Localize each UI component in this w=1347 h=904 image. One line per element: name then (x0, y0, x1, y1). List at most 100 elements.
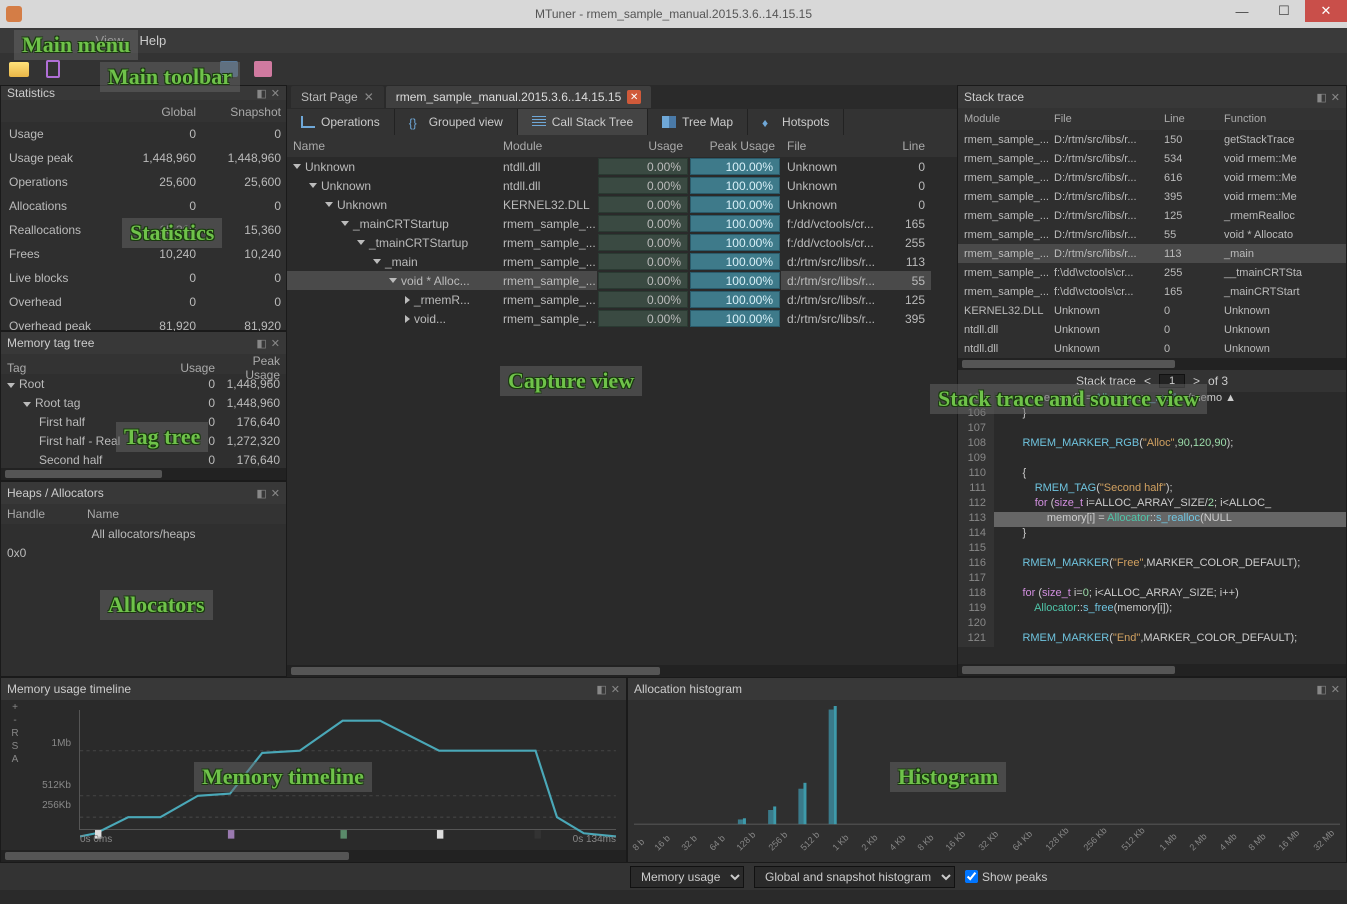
timeline-btn-R[interactable]: R (11, 728, 18, 739)
stacktrace-row[interactable]: rmem_sample_...D:/rtm/src/libs/r...534vo… (958, 149, 1346, 168)
calltree-row[interactable]: Unknownntdll.dll0.00%100.00%Unknown0 (287, 176, 957, 195)
calltree-row[interactable]: _tmainCRTStartuprmem_sample_...0.00%100.… (287, 233, 957, 252)
stacktrace-row[interactable]: rmem_sample_...D:/rtm/src/libs/r...150ge… (958, 130, 1346, 149)
ct-col-module[interactable]: Module (497, 137, 597, 156)
menu-help[interactable]: Help (140, 33, 167, 48)
stacktrace-row[interactable]: rmem_sample_...D:/rtm/src/libs/r...55voi… (958, 225, 1346, 244)
calltree-row[interactable]: _mainrmem_sample_...0.00%100.00%d:/rtm/s… (287, 252, 957, 271)
col-handle[interactable]: Handle (7, 507, 87, 521)
histogram-chart[interactable]: 8 b16 b32 b64 b128 b256 b512 b1 Kb2 Kb4 … (634, 706, 1340, 836)
col-tag[interactable]: Tag (7, 361, 160, 375)
tag-row[interactable]: Root01,448,960 (1, 374, 286, 393)
col-name[interactable]: Name (87, 507, 280, 521)
footer-showpeaks[interactable]: Show peaks (965, 870, 1047, 884)
source-line: 106 } (958, 407, 1346, 422)
col-snapshot[interactable]: Snapshot (200, 102, 285, 122)
source-view[interactable]: 105 memory[i] = Allocator::s_realloc(mem… (958, 392, 1346, 664)
col-usage[interactable]: Usage (160, 361, 215, 375)
tag-row[interactable]: Second half0176,640 (1, 450, 286, 468)
stacktrace-row[interactable]: ntdll.dllUnknown0Unknown (958, 339, 1346, 358)
stk-col-func[interactable]: Function (1218, 110, 1346, 129)
timeline-btn-+[interactable]: + (12, 702, 18, 713)
undock-icon[interactable]: ◧ (1316, 91, 1326, 104)
minimize-button[interactable]: — (1221, 0, 1263, 22)
tag-row[interactable]: Root tag01,448,960 (1, 393, 286, 412)
ct-col-line[interactable]: Line (876, 137, 931, 156)
stacktrace-row[interactable]: rmem_sample_...f:\dd\vctools\cr...165_ma… (958, 282, 1346, 301)
subtab-grouped[interactable]: {}Grouped view (395, 109, 518, 135)
calltree-row[interactable]: Unknownntdll.dll0.00%100.00%Unknown0 (287, 157, 957, 176)
footer-select-1[interactable]: Memory usage (630, 866, 744, 888)
calltree-row[interactable]: _mainCRTStartuprmem_sample_...0.00%100.0… (287, 214, 957, 233)
tab-capture[interactable]: rmem_sample_manual.2015.3.6..14.15.15✕ (386, 86, 651, 108)
stacktrace-row[interactable]: ntdll.dllUnknown0Unknown (958, 320, 1346, 339)
tab-start[interactable]: Start Page✕ (291, 86, 384, 108)
timeline-btn-S[interactable]: S (12, 741, 19, 752)
capture-tabstrip: Start Page✕ rmem_sample_manual.2015.3.6.… (287, 85, 957, 109)
tag-row[interactable]: First half0176,640 (1, 412, 286, 431)
close-button[interactable]: ✕ (1305, 0, 1347, 22)
hscrollbar[interactable] (1, 850, 626, 862)
undock-icon[interactable]: ◧ (256, 87, 266, 100)
subtab-operations[interactable]: Operations (287, 109, 395, 135)
source-line: 113 memory[i] = Allocator::s_realloc(NUL… (958, 512, 1346, 527)
calltree-row[interactable]: void * Alloc...rmem_sample_...0.00%100.0… (287, 271, 957, 290)
calltree-row[interactable]: UnknownKERNEL32.DLL0.00%100.00%Unknown0 (287, 195, 957, 214)
stacktrace-row[interactable]: rmem_sample_...D:/rtm/src/libs/r...395vo… (958, 187, 1346, 206)
subtab-treemap[interactable]: Tree Map (648, 109, 748, 135)
stacktrace-row[interactable]: rmem_sample_...D:/rtm/src/libs/r...616vo… (958, 168, 1346, 187)
undock-icon[interactable]: ◧ (596, 683, 606, 696)
open-icon[interactable] (8, 59, 30, 79)
hscrollbar[interactable] (958, 358, 1346, 370)
heap-row[interactable]: 0x0 (1, 543, 286, 562)
timeline-btn--[interactable]: - (13, 715, 16, 726)
close-icon[interactable]: ✕ (271, 87, 280, 100)
heaps-all[interactable]: All allocators/heaps (1, 524, 286, 543)
toolbar-icon-1[interactable] (218, 59, 240, 79)
subtab-hotspots[interactable]: ♦Hotspots (748, 109, 844, 135)
timeline-chart[interactable]: 0s 0ms 0s 134ms (79, 710, 616, 830)
undock-icon[interactable]: ◧ (256, 337, 266, 350)
close-icon[interactable]: ✕ (1331, 683, 1340, 696)
footer-select-2[interactable]: Global and snapshot histogram (754, 866, 955, 888)
undock-icon[interactable]: ◧ (256, 487, 266, 500)
pager-input[interactable] (1159, 374, 1185, 388)
close-icon[interactable]: ✕ (611, 683, 620, 696)
stat-row: Overhead00 (1, 290, 286, 314)
source-line: 117 (958, 572, 1346, 587)
hscrollbar[interactable] (958, 664, 1346, 676)
stacktrace-row[interactable]: KERNEL32.DLLUnknown0Unknown (958, 301, 1346, 320)
close-icon[interactable]: ✕ (627, 90, 641, 104)
clipboard-icon[interactable] (42, 59, 64, 79)
stacktrace-row[interactable]: rmem_sample_...D:/rtm/src/libs/r...125_r… (958, 206, 1346, 225)
close-icon[interactable]: ✕ (271, 337, 280, 350)
toolbar-icon-2[interactable] (252, 59, 274, 79)
ct-col-usage[interactable]: Usage (597, 137, 689, 156)
calltree-row[interactable]: void...rmem_sample_...0.00%100.00%d:/rtm… (287, 309, 957, 328)
calltree-row[interactable]: _rmemR...rmem_sample_...0.00%100.00%d:/r… (287, 290, 957, 309)
pager-prev[interactable]: < (1144, 374, 1151, 388)
stacktrace-row[interactable]: rmem_sample_...f:\dd\vctools\cr...255__t… (958, 263, 1346, 282)
menu-view[interactable]: View (96, 33, 124, 48)
undock-icon[interactable]: ◧ (1316, 683, 1326, 696)
tag-row[interactable]: First half - Real01,272,320 (1, 431, 286, 450)
close-icon[interactable]: ✕ (364, 90, 374, 104)
pager-next[interactable]: > (1193, 374, 1200, 388)
hscrollbar[interactable] (287, 665, 957, 677)
stacktrace-row[interactable]: rmem_sample_...D:/rtm/src/libs/r...113_m… (958, 244, 1346, 263)
stk-col-line[interactable]: Line (1158, 110, 1218, 129)
close-icon[interactable]: ✕ (271, 487, 280, 500)
source-line: 114 } (958, 527, 1346, 542)
timeline-btn-A[interactable]: A (12, 754, 19, 765)
ct-col-name[interactable]: Name (287, 137, 497, 156)
stk-col-file[interactable]: File (1048, 110, 1158, 129)
subtab-callstack[interactable]: Call Stack Tree (518, 109, 648, 135)
hscrollbar[interactable] (1, 468, 286, 480)
ct-col-file[interactable]: File (781, 137, 876, 156)
close-icon[interactable]: ✕ (1331, 91, 1340, 104)
stk-col-module[interactable]: Module (958, 110, 1048, 129)
panel-title-tagtree: Memory tag tree (7, 336, 94, 350)
ct-col-peak[interactable]: Peak Usage (689, 137, 781, 156)
col-global[interactable]: Global (115, 102, 200, 122)
maximize-button[interactable]: ☐ (1263, 0, 1305, 22)
